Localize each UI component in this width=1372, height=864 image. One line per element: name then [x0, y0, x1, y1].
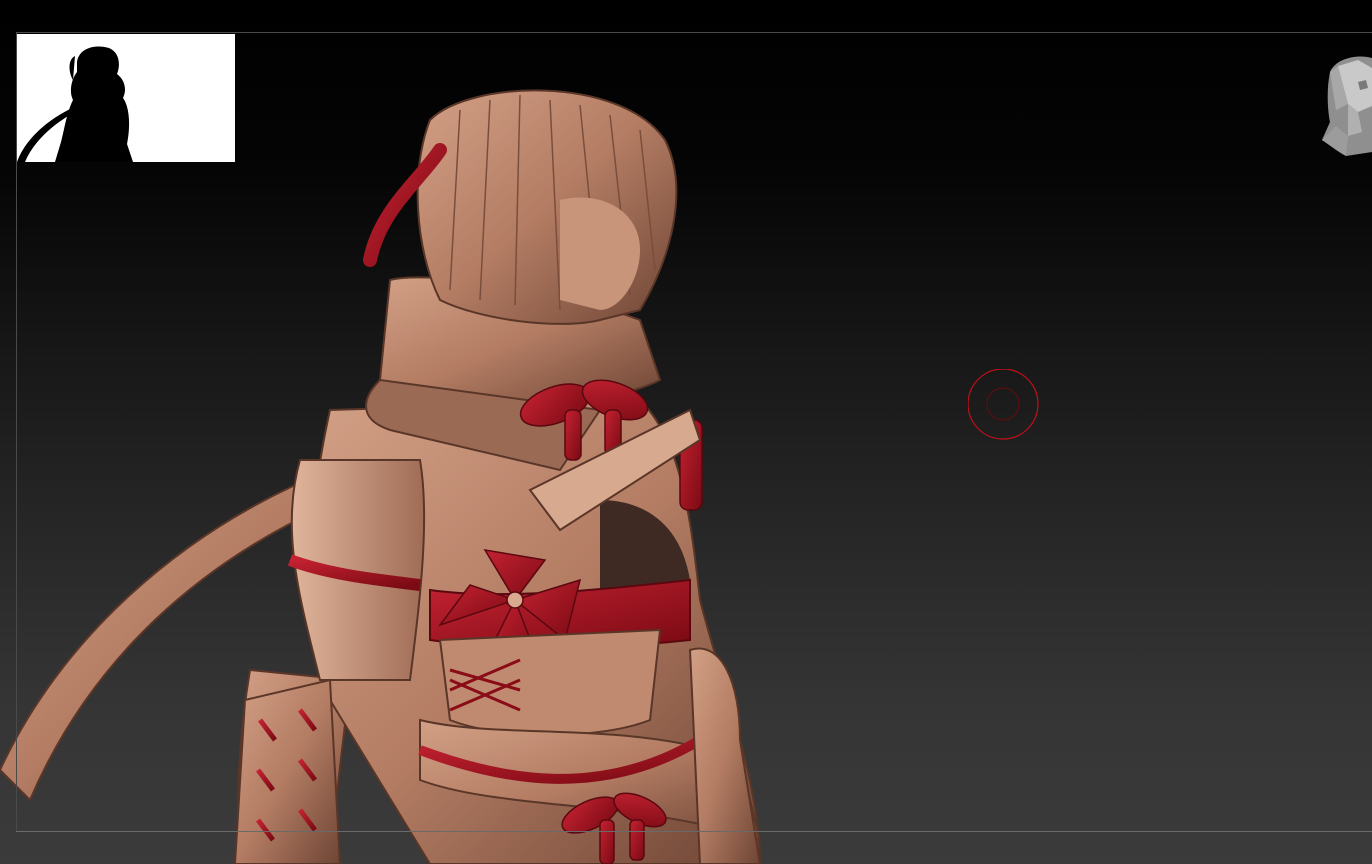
- brush-cursor-icon: [968, 369, 1039, 440]
- document-viewport[interactable]: [0, 0, 1372, 864]
- canvas-frame-bottom: [16, 831, 1372, 832]
- silhouette-preview[interactable]: [17, 34, 235, 162]
- silhouette-figure-icon: [17, 46, 133, 162]
- canvas-frame-top: [17, 32, 1372, 33]
- head-navigation-icon[interactable]: [1318, 52, 1372, 160]
- sculpt-model[interactable]: [0, 80, 780, 864]
